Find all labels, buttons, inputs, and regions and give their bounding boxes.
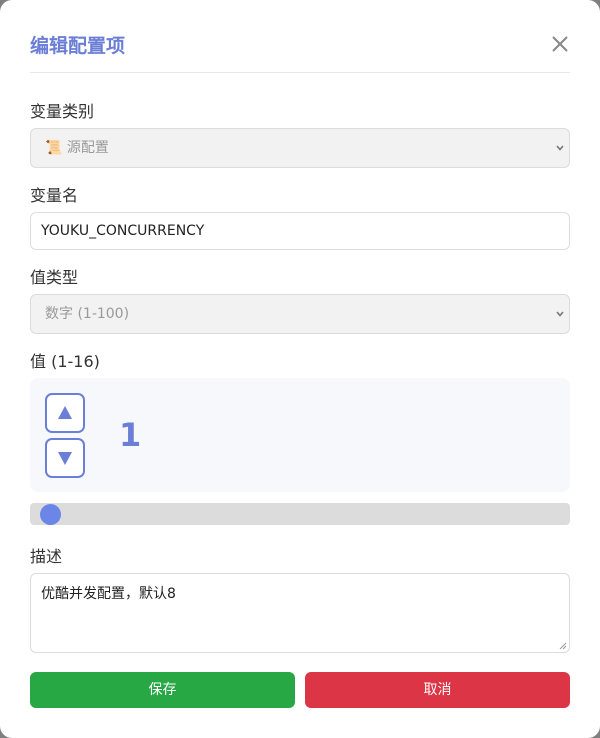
increment-button[interactable] — [45, 393, 85, 433]
dialog-header: 编辑配置项 — [30, 20, 570, 73]
dialog-title: 编辑配置项 — [30, 35, 126, 57]
close-button[interactable] — [550, 32, 570, 56]
chevron-down-icon — [556, 145, 564, 151]
name-input[interactable]: YOUKU_CONCURRENCY — [30, 212, 570, 250]
close-icon — [552, 36, 568, 52]
category-select[interactable]: 📜 源配置 — [30, 128, 570, 168]
value-label: 值 (1-16) — [30, 352, 100, 371]
scroll-icon: 📜 — [45, 140, 63, 156]
description-textarea[interactable]: 优酷并发配置，默认8 — [30, 573, 570, 653]
description-text: 优酷并发配置，默认8 — [41, 586, 176, 602]
category-select-value: 源配置 — [66, 140, 109, 156]
value-type-select[interactable]: 数字 (1-100) — [30, 294, 570, 334]
triangle-down-icon — [58, 452, 72, 465]
description-label: 描述 — [30, 547, 63, 566]
value-type-label: 值类型 — [30, 268, 79, 287]
save-button[interactable]: 保存 — [30, 672, 295, 708]
chevron-down-icon — [556, 311, 564, 317]
decrement-button[interactable] — [45, 438, 85, 478]
cancel-button[interactable]: 取消 — [305, 672, 570, 708]
resize-grip-icon[interactable] — [559, 642, 567, 650]
category-label: 变量类别 — [30, 102, 95, 121]
edit-config-dialog: 编辑配置项 变量类别 📜 源配置 变量名 YOUKU_CONCURRENCY 值… — [0, 0, 600, 738]
slider-thumb[interactable] — [40, 504, 61, 525]
value-type-select-value: 数字 (1-100) — [45, 306, 130, 322]
name-label: 变量名 — [30, 186, 79, 205]
stepper-value: 1 — [119, 416, 142, 454]
triangle-up-icon — [58, 406, 72, 419]
value-stepper: 1 — [30, 378, 570, 492]
value-slider[interactable] — [30, 503, 570, 525]
